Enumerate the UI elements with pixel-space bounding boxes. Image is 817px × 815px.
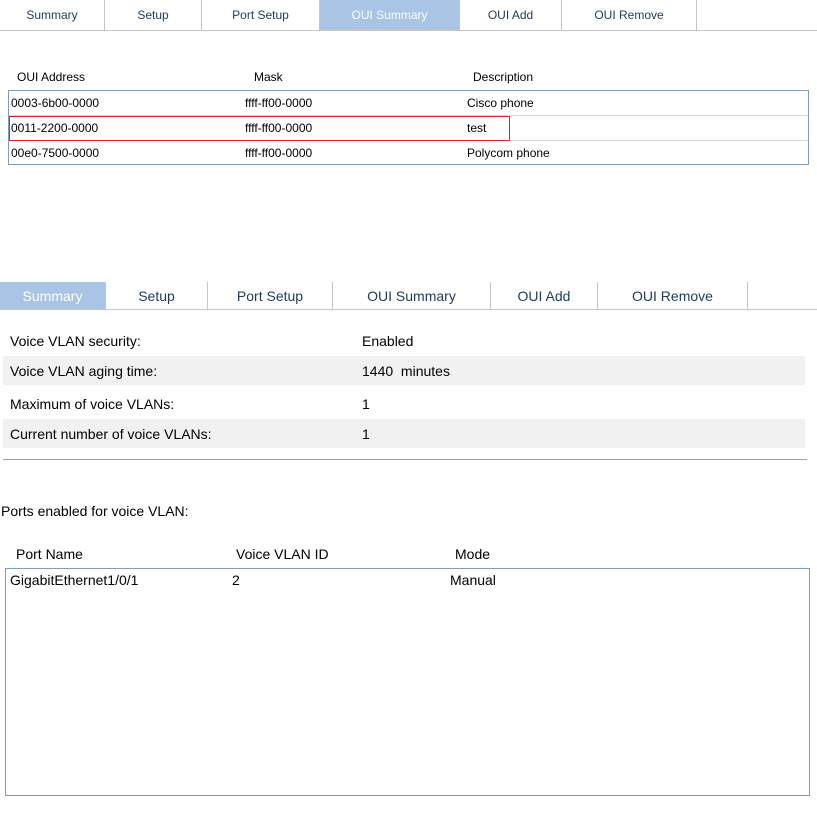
vlan-id-cell: 2 [232,572,240,588]
oui-address-header: OUI Address [17,70,86,84]
info-label: Voice VLAN security: [10,333,141,349]
oui-address-cell: 00e0-7500-0000 [11,146,100,160]
tab-setup[interactable]: Setup [106,282,208,309]
tab-summary[interactable]: Summary [0,282,106,309]
info-label: Maximum of voice VLANs: [10,396,175,412]
tab-port-setup[interactable]: Port Setup [202,0,320,30]
tab-oui-add[interactable]: OUI Add [460,0,562,30]
table-row[interactable]: 0003-6b00-0000 ffff-ff00-0000 Cisco phon… [9,91,808,116]
info-value: 1 [362,426,370,442]
tab-oui-remove[interactable]: OUI Remove [562,0,697,30]
ports-title: Ports enabled for voice VLAN: [1,503,189,519]
port-name-cell: GigabitEthernet1/0/1 [10,572,139,588]
port-name-header: Port Name [16,546,83,562]
tab-oui-remove[interactable]: OUI Remove [598,282,748,309]
oui-tabbar: Summary Setup Port Setup OUI Summary OUI… [0,0,817,30]
table-row[interactable]: 0011-2200-0000 ffff-ff00-0000 test [9,116,808,141]
oui-address-cell: 0003-6b00-0000 [11,96,100,110]
info-label: Voice VLAN aging time: [10,363,158,379]
info-row-security: Voice VLAN security: Enabled [3,326,805,355]
info-label: Current number of voice VLANs: [10,426,212,442]
oui-table: 0003-6b00-0000 ffff-ff00-0000 Cisco phon… [8,90,809,165]
tab-port-setup[interactable]: Port Setup [208,282,333,309]
mask-cell: ffff-ff00-0000 [245,146,313,160]
tabbar-divider [0,309,817,310]
info-value: 1 [362,396,370,412]
ports-table: GigabitEthernet1/0/1 2 Manual [5,568,810,796]
info-value: Enabled [362,333,414,349]
description-cell: Cisco phone [467,96,534,110]
mask-cell: ffff-ff00-0000 [245,96,313,110]
tab-setup[interactable]: Setup [105,0,202,30]
description-header: Description [473,70,534,84]
description-cell: test [467,121,487,135]
tab-oui-add[interactable]: OUI Add [491,282,598,309]
mask-header: Mask [254,70,283,84]
info-row-aging-time: Voice VLAN aging time: 1440 minutes [3,356,805,385]
table-row[interactable]: 00e0-7500-0000 ffff-ff00-0000 Polycom ph… [9,141,808,166]
vlan-id-header: Voice VLAN ID [236,546,329,562]
mode-cell: Manual [450,572,496,588]
table-row[interactable]: GigabitEthernet1/0/1 2 Manual [6,569,809,591]
tab-summary[interactable]: Summary [0,0,105,30]
tabbar-divider [0,30,817,31]
tab-oui-summary[interactable]: OUI Summary [333,282,491,309]
mask-cell: ffff-ff00-0000 [245,121,313,135]
section-divider [3,459,807,460]
description-cell: Polycom phone [467,146,550,160]
tab-oui-summary[interactable]: OUI Summary [320,0,460,30]
info-value: 1440 minutes [362,363,450,379]
info-row-max-vlans: Maximum of voice VLANs: 1 [3,389,805,418]
info-row-current-vlans: Current number of voice VLANs: 1 [3,419,805,448]
oui-address-cell: 0011-2200-0000 [11,121,99,135]
summary-tabbar: Summary Setup Port Setup OUI Summary OUI… [0,282,817,309]
mode-header: Mode [455,546,491,562]
